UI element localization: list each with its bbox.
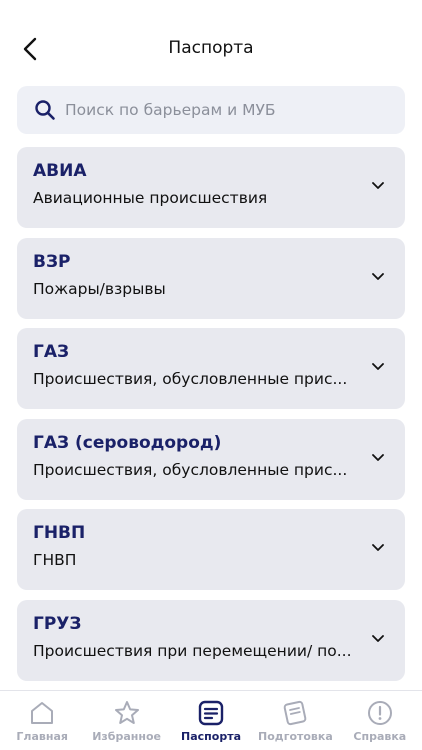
passport-list: АВИА Авиационные происшествия ВЗР Пожары… (17, 147, 405, 750)
tab-label: Главная (16, 730, 68, 743)
card-code: ВЗР (33, 251, 71, 272)
info-icon (367, 701, 392, 725)
tab-help[interactable]: Справка (338, 691, 422, 750)
card-code: ГРУЗ (33, 613, 82, 634)
card-description: Пожары/взрывы (33, 279, 166, 298)
passport-card-gaz[interactable]: ГАЗ Происшествия, обусловленные прис... (17, 328, 405, 409)
passport-card-avia[interactable]: АВИА Авиационные происшествия (17, 147, 405, 228)
card-code: АВИА (33, 161, 87, 181)
tab-label: Паспорта (181, 730, 241, 743)
passport-card-gaz-h2s[interactable]: ГАЗ (сероводород) Происшествия, обусловл… (17, 418, 405, 500)
home-icon (31, 702, 54, 724)
card-description: Авиационные происшествия (33, 189, 268, 207)
chevron-down-icon[interactable] (371, 543, 385, 553)
passport-list-icon (198, 700, 224, 726)
tab-bar: Главная Избранное Паспорта Подготовка Сп… (0, 690, 422, 750)
star-icon (114, 701, 139, 724)
card-description: ГНВП (33, 551, 77, 569)
chevron-down-icon[interactable] (371, 362, 385, 372)
tab-training[interactable]: Подготовка (253, 691, 337, 750)
page-title: Паспорта (168, 38, 254, 58)
chevron-down-icon[interactable] (371, 453, 385, 463)
tab-home[interactable]: Главная (0, 691, 84, 750)
card-description: Происшествия, обусловленные прис... (33, 460, 348, 479)
passport-card-gnvp[interactable]: ГНВП ГНВП (17, 509, 405, 590)
search-bar[interactable] (17, 86, 405, 134)
passport-card-gruz[interactable]: ГРУЗ Происшествия при перемещении/ по... (17, 599, 405, 681)
card-description: Происшествия при перемещении/ по... (33, 641, 352, 660)
header: Паспорта (0, 0, 422, 86)
tab-label: Подготовка (258, 730, 333, 743)
tab-favorites[interactable]: Избранное (84, 691, 168, 750)
card-code: ГАЗ (33, 342, 70, 362)
chevron-down-icon[interactable] (371, 181, 385, 191)
tab-label: Справка (353, 730, 407, 743)
tab-label: Избранное (92, 730, 161, 743)
search-input[interactable] (65, 86, 395, 134)
search-icon (35, 100, 55, 120)
training-icon (284, 700, 307, 726)
passport-card-vzr[interactable]: ВЗР Пожары/взрывы (17, 237, 405, 319)
card-description: Происшествия, обусловленные прис... (33, 370, 348, 388)
chevron-down-icon[interactable] (371, 634, 385, 644)
chevron-down-icon[interactable] (371, 272, 385, 282)
card-code: ГАЗ (сероводород) (33, 432, 222, 453)
card-code: ГНВП (33, 523, 86, 543)
tab-passports[interactable]: Паспорта (169, 691, 253, 750)
